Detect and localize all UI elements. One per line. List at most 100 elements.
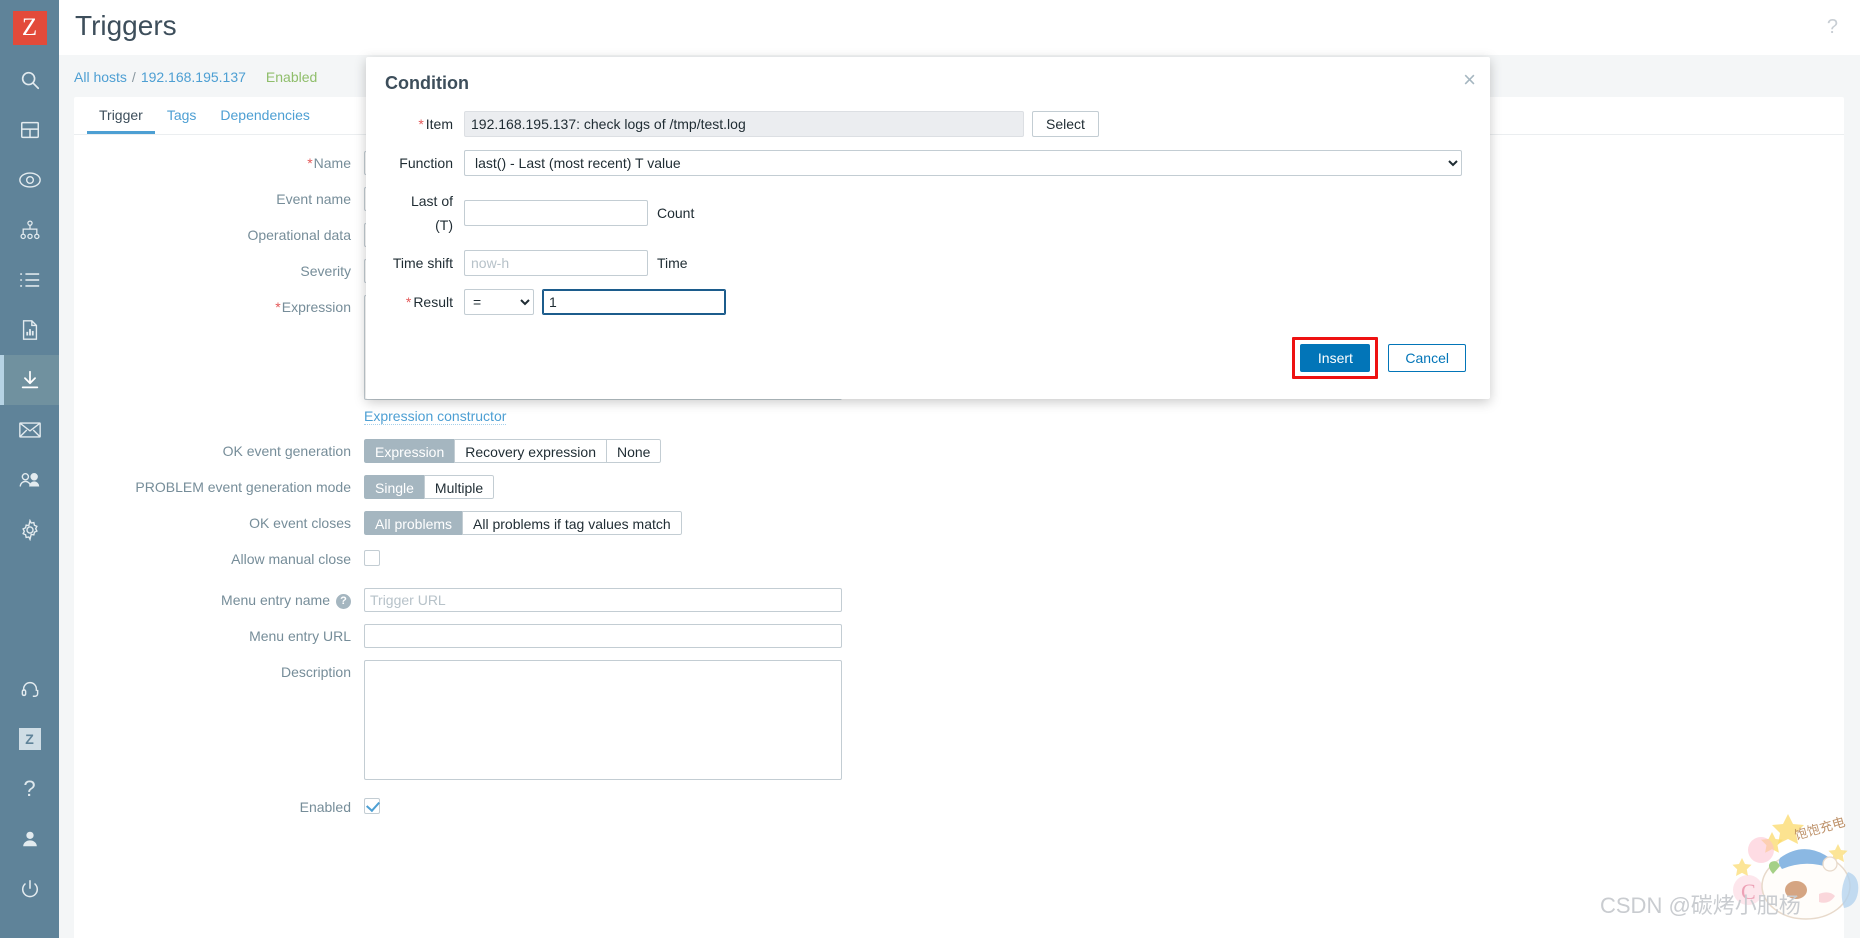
required-marker: * xyxy=(275,299,281,315)
label-menu-entry-url: Menu entry URL xyxy=(249,628,351,644)
sidebar-item-reports[interactable] xyxy=(0,305,59,355)
user-icon xyxy=(20,829,40,849)
zabbix-badge-icon: Z xyxy=(18,728,41,750)
sidebar-item-dashboards[interactable] xyxy=(0,105,59,155)
required-marker: * xyxy=(307,155,313,171)
form-row-ok-event-closes: OK event closes All problems All problem… xyxy=(74,511,1844,535)
expression-constructor-link[interactable]: Expression constructor xyxy=(364,408,507,425)
tab-tags[interactable]: Tags xyxy=(155,97,209,134)
eye-icon xyxy=(18,169,42,191)
sidebar: Z Z ? xyxy=(0,0,59,938)
description-textarea[interactable] xyxy=(364,660,842,780)
list-icon xyxy=(19,270,41,290)
menu-entry-name-input[interactable] xyxy=(364,588,842,612)
label-ok-event-closes: OK event closes xyxy=(249,515,351,531)
breadcrumb-all-hosts[interactable]: All hosts xyxy=(74,69,127,85)
sidebar-item-users[interactable] xyxy=(0,455,59,505)
ok-event-generation-option-none[interactable]: None xyxy=(606,439,662,463)
label-result-text: Result xyxy=(413,294,453,310)
select-item-button[interactable]: Select xyxy=(1032,111,1099,137)
sidebar-item-sign-out[interactable] xyxy=(0,864,59,914)
breadcrumb-host[interactable]: 192.168.195.137 xyxy=(141,69,246,85)
label-result: * Result xyxy=(390,290,464,314)
sidebar-item-administration[interactable] xyxy=(0,505,59,555)
label-allow-manual-close: Allow manual close xyxy=(231,551,351,567)
label-name: *Name xyxy=(74,151,364,175)
result-operator-select[interactable]: = xyxy=(464,289,534,315)
function-select[interactable]: last() - Last (most recent) T value xyxy=(464,150,1462,176)
label-event-name: Event name xyxy=(276,191,351,207)
sidebar-item-data-collection[interactable] xyxy=(0,355,59,405)
label-ok-event-generation: OK event generation xyxy=(222,443,351,459)
sidebar-item-zabbix-badge[interactable]: Z xyxy=(0,714,59,764)
users-icon xyxy=(18,470,42,490)
required-marker: * xyxy=(405,294,412,310)
label-function: Function xyxy=(399,155,453,171)
close-icon[interactable]: × xyxy=(1463,69,1476,91)
allow-manual-close-checkbox[interactable] xyxy=(364,550,380,566)
sidebar-item-help[interactable]: ? xyxy=(0,764,59,814)
tab-trigger[interactable]: Trigger xyxy=(87,97,155,134)
power-icon xyxy=(20,879,40,899)
form-row-problem-event-generation-mode: PROBLEM event generation mode Single Mul… xyxy=(74,475,1844,499)
item-input[interactable] xyxy=(464,111,1024,137)
sidebar-item-search[interactable] xyxy=(0,55,59,105)
last-of-t-input[interactable] xyxy=(464,200,648,226)
insert-button[interactable]: Insert xyxy=(1300,344,1371,372)
app-root: Z Z ? Triggers ? All hosts / 192.168.195… xyxy=(0,0,1860,938)
headset-icon xyxy=(20,679,40,699)
ok-event-generation-option-recovery-expression[interactable]: Recovery expression xyxy=(454,439,606,463)
result-value-input[interactable] xyxy=(542,289,726,315)
label-expression-text: Expression xyxy=(281,299,351,315)
zabbix-logo-letter: Z xyxy=(12,10,47,45)
label-severity: Severity xyxy=(300,263,351,279)
label-expression: *Expression xyxy=(74,295,364,319)
modal-row-time-shift: Time shift Time xyxy=(390,250,1466,276)
label-name-text: Name xyxy=(313,155,351,171)
sidebar-item-support[interactable] xyxy=(0,664,59,714)
help-hint-icon[interactable]: ? xyxy=(336,593,351,609)
help-question-icon[interactable]: ? xyxy=(1827,16,1838,39)
dashboard-icon xyxy=(19,119,41,141)
zabbix-logo[interactable]: Z xyxy=(0,0,59,55)
time-shift-input[interactable] xyxy=(464,250,648,276)
ok-event-generation-group: Expression Recovery expression None xyxy=(364,439,662,463)
ok-event-closes-option-tag-match[interactable]: All problems if tag values match xyxy=(462,511,682,535)
search-icon xyxy=(19,69,41,91)
question-icon: ? xyxy=(23,776,36,801)
ok-event-generation-option-expression[interactable]: Expression xyxy=(364,439,455,463)
form-row-description: Description xyxy=(74,660,1844,783)
ok-event-closes-group: All problems All problems if tag values … xyxy=(364,511,682,535)
label-enabled: Enabled xyxy=(299,799,351,815)
sidebar-item-monitoring[interactable] xyxy=(0,155,59,205)
form-row-menu-entry-url: Menu entry URL xyxy=(74,624,1844,648)
modal-row-item: *Item Select xyxy=(390,111,1466,137)
enabled-checkbox[interactable] xyxy=(364,798,380,814)
time-shift-unit-label: Time xyxy=(657,255,688,271)
report-chart-icon xyxy=(20,319,40,341)
download-icon xyxy=(19,369,41,391)
condition-dialog-body: *Item Select Function last() - Last (mos… xyxy=(366,111,1490,327)
modal-row-last-of-t: Last of (T) Count xyxy=(390,189,1466,237)
label-description: Description xyxy=(280,664,351,680)
condition-dialog-title: Condition xyxy=(385,73,469,93)
label-last-of-t: Last of (T) xyxy=(410,193,453,233)
condition-dialog: Condition × *Item Select Function last()… xyxy=(366,57,1490,399)
cancel-button[interactable]: Cancel xyxy=(1388,344,1466,372)
modal-row-function: Function last() - Last (most recent) T v… xyxy=(390,150,1466,176)
sidebar-item-user-settings[interactable] xyxy=(0,814,59,864)
sidebar-item-inventory[interactable] xyxy=(0,255,59,305)
problem-mode-option-multiple[interactable]: Multiple xyxy=(423,475,495,499)
condition-dialog-header: Condition × xyxy=(366,57,1490,111)
ok-event-closes-option-all-problems[interactable]: All problems xyxy=(364,511,463,535)
menu-entry-url-input[interactable] xyxy=(364,624,842,648)
sidebar-item-alerts[interactable] xyxy=(0,405,59,455)
form-row-enabled: Enabled xyxy=(74,795,1844,819)
label-problem-event-generation-mode: PROBLEM event generation mode xyxy=(135,479,351,495)
problem-mode-option-single[interactable]: Single xyxy=(364,475,424,499)
last-of-t-unit-label: Count xyxy=(657,205,695,221)
status-badge[interactable]: Enabled xyxy=(266,69,317,85)
breadcrumb-separator: / xyxy=(131,69,136,85)
tab-dependencies[interactable]: Dependencies xyxy=(208,97,322,134)
sidebar-item-services[interactable] xyxy=(0,205,59,255)
